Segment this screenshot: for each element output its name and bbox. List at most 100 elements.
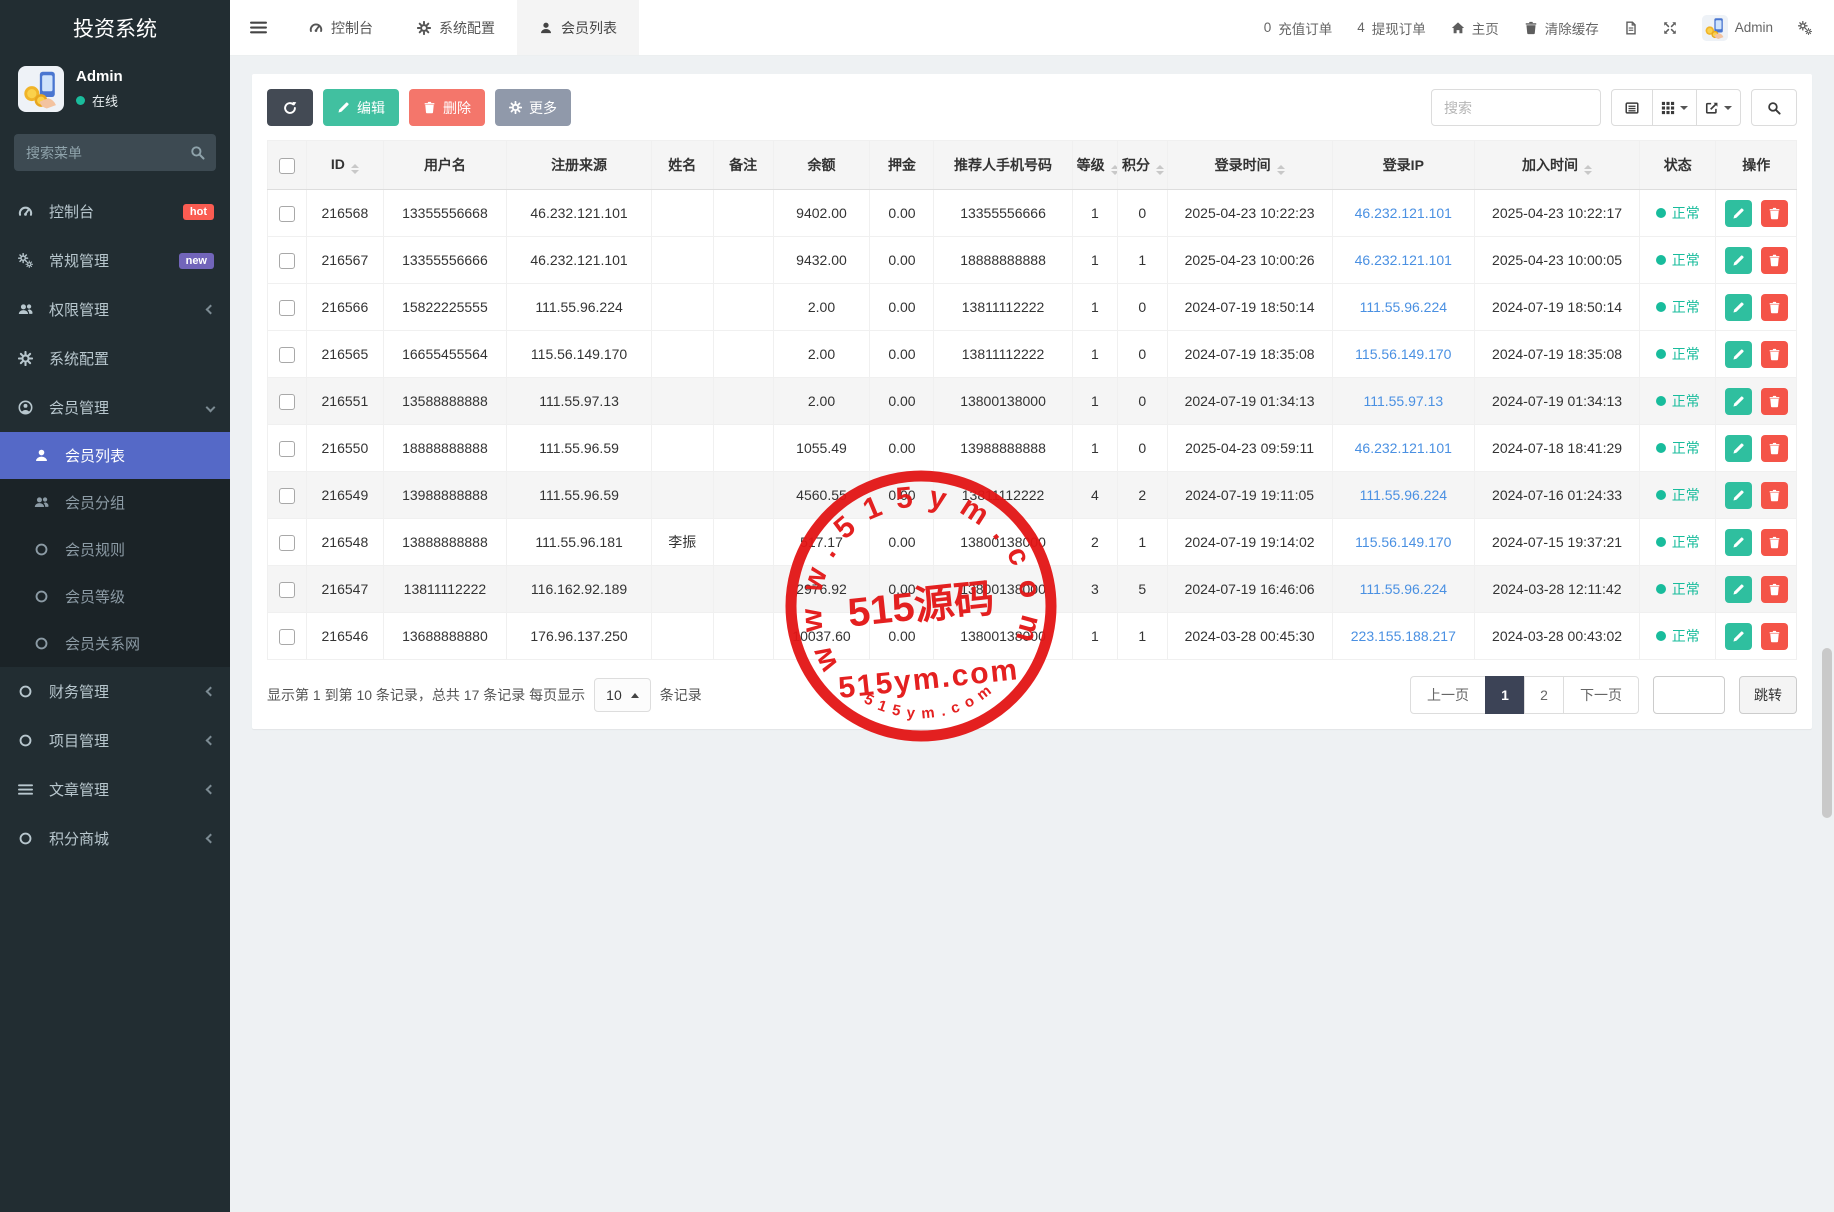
export-button[interactable] <box>1696 89 1741 126</box>
page-jump-button[interactable]: 跳转 <box>1739 676 1797 714</box>
row-delete-button[interactable] <box>1761 623 1788 650</box>
row-edit-button[interactable] <box>1725 294 1752 321</box>
column-header-points[interactable]: 积分 <box>1118 141 1168 190</box>
row-edit-button[interactable] <box>1725 200 1752 227</box>
row-edit-button[interactable] <box>1725 388 1752 415</box>
cell-name <box>651 425 713 472</box>
table-search-input[interactable] <box>1431 89 1601 126</box>
sidebar-item-console[interactable]: 控制台 hot <box>0 187 230 236</box>
search-toggle-button[interactable] <box>1751 89 1797 126</box>
row-delete-button[interactable] <box>1761 576 1788 603</box>
row-delete-button[interactable] <box>1761 388 1788 415</box>
sidebar-item-member-list[interactable]: 会员列表 <box>0 432 230 479</box>
detail-view-button[interactable] <box>1611 89 1653 126</box>
column-header-level[interactable]: 等级 <box>1072 141 1117 190</box>
row-checkbox[interactable] <box>279 629 295 645</box>
refresh-button[interactable] <box>267 89 313 126</box>
ip-link[interactable]: 115.56.149.170 <box>1355 346 1451 362</box>
sidebar-item-general[interactable]: 常规管理 new <box>0 236 230 285</box>
column-header-login_time[interactable]: 登录时间 <box>1167 141 1332 190</box>
ip-link[interactable]: 46.232.121.101 <box>1355 252 1452 268</box>
sidebar-item-member-groups[interactable]: 会员分组 <box>0 479 230 526</box>
sidebar-item-articles[interactable]: 文章管理 <box>0 765 230 814</box>
row-edit-button[interactable] <box>1725 623 1752 650</box>
ip-link[interactable]: 111.55.96.224 <box>1360 581 1447 597</box>
sidebar-item-member-levels[interactable]: 会员等级 <box>0 573 230 620</box>
row-edit-button[interactable] <box>1725 576 1752 603</box>
page-button-1[interactable]: 1 <box>1485 676 1525 714</box>
column-label: 姓名 <box>668 157 696 173</box>
delete-button[interactable]: 删除 <box>409 89 485 126</box>
row-checkbox[interactable] <box>279 441 295 457</box>
search-icon <box>190 145 205 160</box>
docs-button[interactable] <box>1624 21 1638 35</box>
row-checkbox[interactable] <box>279 582 295 598</box>
sidebar-item-points-mall[interactable]: 积分商城 <box>0 814 230 863</box>
row-checkbox[interactable] <box>279 535 295 551</box>
page-size-dropdown[interactable]: 10 <box>594 678 651 712</box>
sidebar-item-finance[interactable]: 财务管理 <box>0 667 230 716</box>
menu-search-input[interactable] <box>14 134 216 171</box>
row-select-cell <box>268 613 307 660</box>
row-edit-button[interactable] <box>1725 341 1752 368</box>
cell-name <box>651 472 713 519</box>
settings-button[interactable] <box>1798 21 1812 35</box>
withdraw-orders-link[interactable]: 4 提现订单 <box>1357 18 1426 38</box>
page-jump-input[interactable] <box>1653 676 1725 714</box>
row-edit-button[interactable] <box>1725 435 1752 462</box>
columns-button[interactable] <box>1652 89 1697 126</box>
recharge-orders-link[interactable]: 0 充值订单 <box>1264 18 1333 38</box>
fullscreen-button[interactable] <box>1663 21 1677 35</box>
column-header-id[interactable]: ID <box>307 141 383 190</box>
ip-link[interactable]: 46.232.121.101 <box>1355 440 1452 456</box>
scrollbar-thumb[interactable] <box>1822 648 1832 818</box>
clear-cache-link[interactable]: 清除缓存 <box>1524 18 1599 38</box>
tab-system-config[interactable]: 系统配置 <box>395 0 517 55</box>
sidebar-item-system-config[interactable]: 系统配置 <box>0 334 230 383</box>
admin-menu[interactable]: Admin <box>1702 15 1773 41</box>
ip-link[interactable]: 111.55.96.224 <box>1360 299 1447 315</box>
row-edit-button[interactable] <box>1725 529 1752 556</box>
cell-level: 1 <box>1072 331 1117 378</box>
prev-page-button[interactable]: 上一页 <box>1410 676 1486 714</box>
row-delete-button[interactable] <box>1761 200 1788 227</box>
row-edit-button[interactable] <box>1725 247 1752 274</box>
more-button[interactable]: 更多 <box>495 89 571 126</box>
row-checkbox[interactable] <box>279 206 295 222</box>
row-delete-button[interactable] <box>1761 294 1788 321</box>
column-header-join_time[interactable]: 加入时间 <box>1475 141 1640 190</box>
tab-console[interactable]: 控制台 <box>287 0 395 55</box>
hamburger-menu-icon[interactable] <box>230 0 287 55</box>
row-checkbox[interactable] <box>279 488 295 504</box>
sidebar-item-member-rules[interactable]: 会员规则 <box>0 526 230 573</box>
row-delete-button[interactable] <box>1761 482 1788 509</box>
row-checkbox[interactable] <box>279 347 295 363</box>
sidebar-item-member-network[interactable]: 会员关系网 <box>0 620 230 667</box>
edit-button[interactable]: 编辑 <box>323 89 399 126</box>
select-all-header[interactable] <box>268 141 307 190</box>
export-icon <box>1705 101 1719 115</box>
next-page-button[interactable]: 下一页 <box>1563 676 1639 714</box>
pencil-icon <box>1732 395 1745 408</box>
sidebar-item-permissions[interactable]: 权限管理 <box>0 285 230 334</box>
tab-member-list[interactable]: 会员列表 <box>517 0 639 55</box>
sidebar-item-members[interactable]: 会员管理 <box>0 383 230 432</box>
ip-link[interactable]: 115.56.149.170 <box>1355 534 1451 550</box>
ip-link[interactable]: 111.55.97.13 <box>1363 393 1443 409</box>
row-delete-button[interactable] <box>1761 247 1788 274</box>
row-checkbox[interactable] <box>279 394 295 410</box>
row-checkbox[interactable] <box>279 300 295 316</box>
ip-link[interactable]: 46.232.121.101 <box>1355 205 1452 221</box>
ip-link[interactable]: 111.55.96.224 <box>1360 487 1447 503</box>
sidebar-item-projects[interactable]: 项目管理 <box>0 716 230 765</box>
select-all-checkbox[interactable] <box>279 158 295 174</box>
row-delete-button[interactable] <box>1761 529 1788 556</box>
row-edit-button[interactable] <box>1725 482 1752 509</box>
home-link[interactable]: 主页 <box>1451 18 1499 38</box>
row-delete-button[interactable] <box>1761 341 1788 368</box>
row-delete-button[interactable] <box>1761 435 1788 462</box>
caret-down-icon <box>1724 106 1732 110</box>
ip-link[interactable]: 223.155.188.217 <box>1351 628 1456 644</box>
row-checkbox[interactable] <box>279 253 295 269</box>
page-button-2[interactable]: 2 <box>1524 676 1564 714</box>
